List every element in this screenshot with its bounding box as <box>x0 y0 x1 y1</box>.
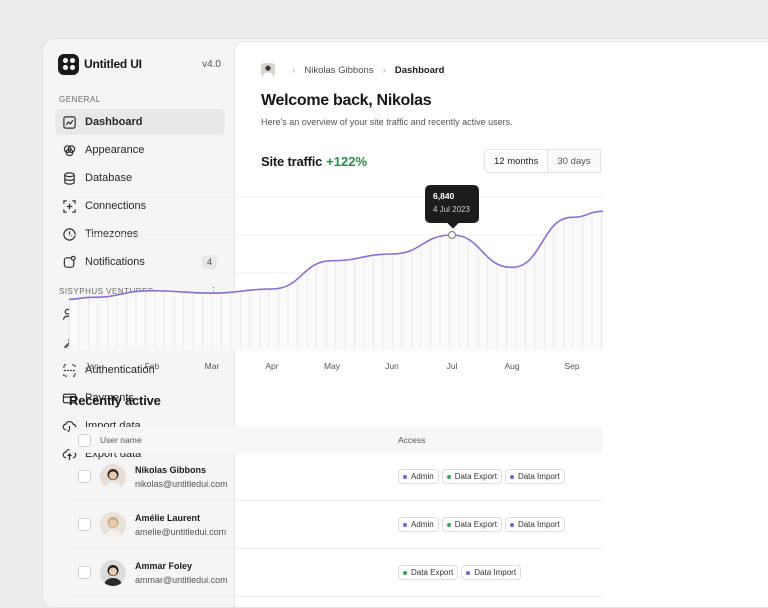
table-row[interactable]: Ammar Foley ammar@untitledui.com Data Expo… <box>69 549 603 597</box>
access-tag: Data Export <box>398 565 459 580</box>
status-dot <box>403 570 407 575</box>
status-dot <box>403 522 407 527</box>
tag-label: Admin <box>411 520 434 529</box>
x-tick-label: Feb <box>145 361 160 371</box>
sidebar-item-dashboard[interactable]: Dashboard <box>55 109 225 135</box>
tag-label: Data Export <box>411 568 454 577</box>
x-tick-label: Apr <box>265 361 278 371</box>
tag-label: Admin <box>411 472 434 481</box>
access-tag: Data Import <box>504 517 565 532</box>
access-tag: Data Export <box>441 469 502 484</box>
tag-label: Data Import <box>474 568 517 577</box>
row-checkbox[interactable] <box>78 566 91 579</box>
tag-label: Data Import <box>517 472 560 481</box>
area-hatch <box>69 211 603 349</box>
app-window: Untitled UI v4.0 GENERAL Dashboard Appear… <box>42 38 768 608</box>
x-tick-label: Jul <box>447 361 458 371</box>
user-email: ammar@untitledui.com <box>135 574 228 585</box>
table-body: Nikolas Gibbons nikolas@untitledui.com Adm… <box>69 453 603 597</box>
sidebar-item-label: Database <box>85 172 133 184</box>
brand[interactable]: Untitled UI v4.0 <box>55 53 225 75</box>
breadcrumb-current[interactable]: Dashboard <box>395 65 445 76</box>
status-dot <box>509 474 514 479</box>
x-tick-label: Aug <box>504 361 519 371</box>
status-dot <box>509 522 514 527</box>
tag-label: Data Export <box>454 520 497 529</box>
access-tag: Data Export <box>441 517 502 532</box>
user-name: Nikolas Gibbons <box>135 464 207 475</box>
sidebar-item-label: Dashboard <box>85 116 143 128</box>
range-toggle: 12 months 30 days <box>484 149 601 173</box>
traffic-title: Site traffic <box>261 153 323 169</box>
column-access[interactable]: Access <box>398 435 425 445</box>
user-cell: Ammar Foley ammar@untitledui.com <box>100 559 398 586</box>
chevron-right-icon: › <box>292 64 296 76</box>
chart-tooltip: 6,840 4 Jul 2023 <box>425 185 479 223</box>
access-tag: Data Import <box>461 565 522 580</box>
access-tag: Admin <box>398 517 439 532</box>
tag-label: Data Export <box>454 472 497 481</box>
user-email: nikolas@untitledui.com <box>135 478 228 489</box>
sidebar-item-label: Appearance <box>85 144 145 156</box>
row-checkbox[interactable] <box>78 518 91 531</box>
avatar <box>100 463 126 490</box>
version-label: v4.0 <box>202 58 221 70</box>
row-checkbox[interactable] <box>78 470 91 483</box>
x-tick-label: Sep <box>564 361 579 371</box>
page-title: Welcome back, Nikolas <box>261 92 432 109</box>
users-table: User name Access Nikolas Gibbons nikolas@… <box>69 427 603 597</box>
user-name: Ammar Foley <box>135 560 193 571</box>
page-subtitle: Here's an overview of your site traffic … <box>261 117 513 127</box>
breadcrumb: › Nikolas Gibbons › Dashboard <box>261 62 768 78</box>
x-tick-label: Jun <box>385 361 399 371</box>
table-row[interactable]: Amélie Laurent amelie@untitledui.com Admin… <box>69 501 603 549</box>
range-30-days[interactable]: 30 days <box>548 149 601 173</box>
table-header: User name Access <box>69 427 603 453</box>
avatar <box>100 511 126 538</box>
column-user-name[interactable]: User name <box>100 435 398 445</box>
tooltip-date: 4 Jul 2023 <box>433 205 470 214</box>
user-cell: Amélie Laurent amelie@untitledui.com <box>100 511 398 538</box>
sidebar-item-appearance[interactable]: Appearance <box>55 137 225 163</box>
traffic-delta: +122% <box>326 153 368 169</box>
recent-title: Recently active <box>69 393 161 408</box>
range-12-months[interactable]: 12 months <box>484 149 549 173</box>
x-tick-label: May <box>324 361 341 371</box>
select-all-checkbox[interactable] <box>78 433 91 447</box>
chevron-right-icon: › <box>382 64 386 76</box>
table-row[interactable]: Nikolas Gibbons nikolas@untitledui.com Adm… <box>69 453 603 501</box>
chart-icon <box>61 114 77 130</box>
user-name: Amélie Laurent <box>135 512 201 523</box>
data-point[interactable] <box>447 230 457 240</box>
avatar <box>261 63 275 77</box>
breadcrumb-parent[interactable]: Nikolas Gibbons <box>304 65 373 76</box>
avatar <box>100 559 126 586</box>
tooltip-value: 6,840 <box>433 191 455 201</box>
status-dot <box>466 570 471 575</box>
access-tag: Data Import <box>504 469 565 484</box>
x-tick-label: Mar <box>205 361 220 371</box>
status-dot <box>403 474 407 479</box>
general-section-label: GENERAL <box>59 94 101 104</box>
access-tags: Data Export Data Import <box>398 565 522 580</box>
traffic-chart: Jan Feb Mar Apr May Jun Jul Aug Sep 6,840 4 Jul … <box>69 185 603 379</box>
user-cell: Nikolas Gibbons nikolas@untitledui.com <box>100 463 398 490</box>
status-dot <box>446 474 451 479</box>
access-tags: Admin Data Export Data Import <box>398 469 565 484</box>
tag-label: Data Import <box>517 520 560 529</box>
traffic-chart-svg: Jan Feb Mar Apr May Jun Jul Aug Sep <box>69 196 603 371</box>
status-dot <box>446 522 451 527</box>
access-tag: Admin <box>398 469 439 484</box>
brand-name: Untitled UI <box>84 57 142 71</box>
access-tags: Admin Data Export Data Import <box>398 517 565 532</box>
palette-icon <box>61 142 77 158</box>
logo-icon <box>58 53 79 75</box>
x-tick-label: Jan <box>85 361 99 371</box>
sidebar-item-database[interactable]: Database <box>55 165 225 191</box>
database-icon <box>61 170 77 186</box>
user-email: amelie@untitledui.com <box>135 526 227 537</box>
